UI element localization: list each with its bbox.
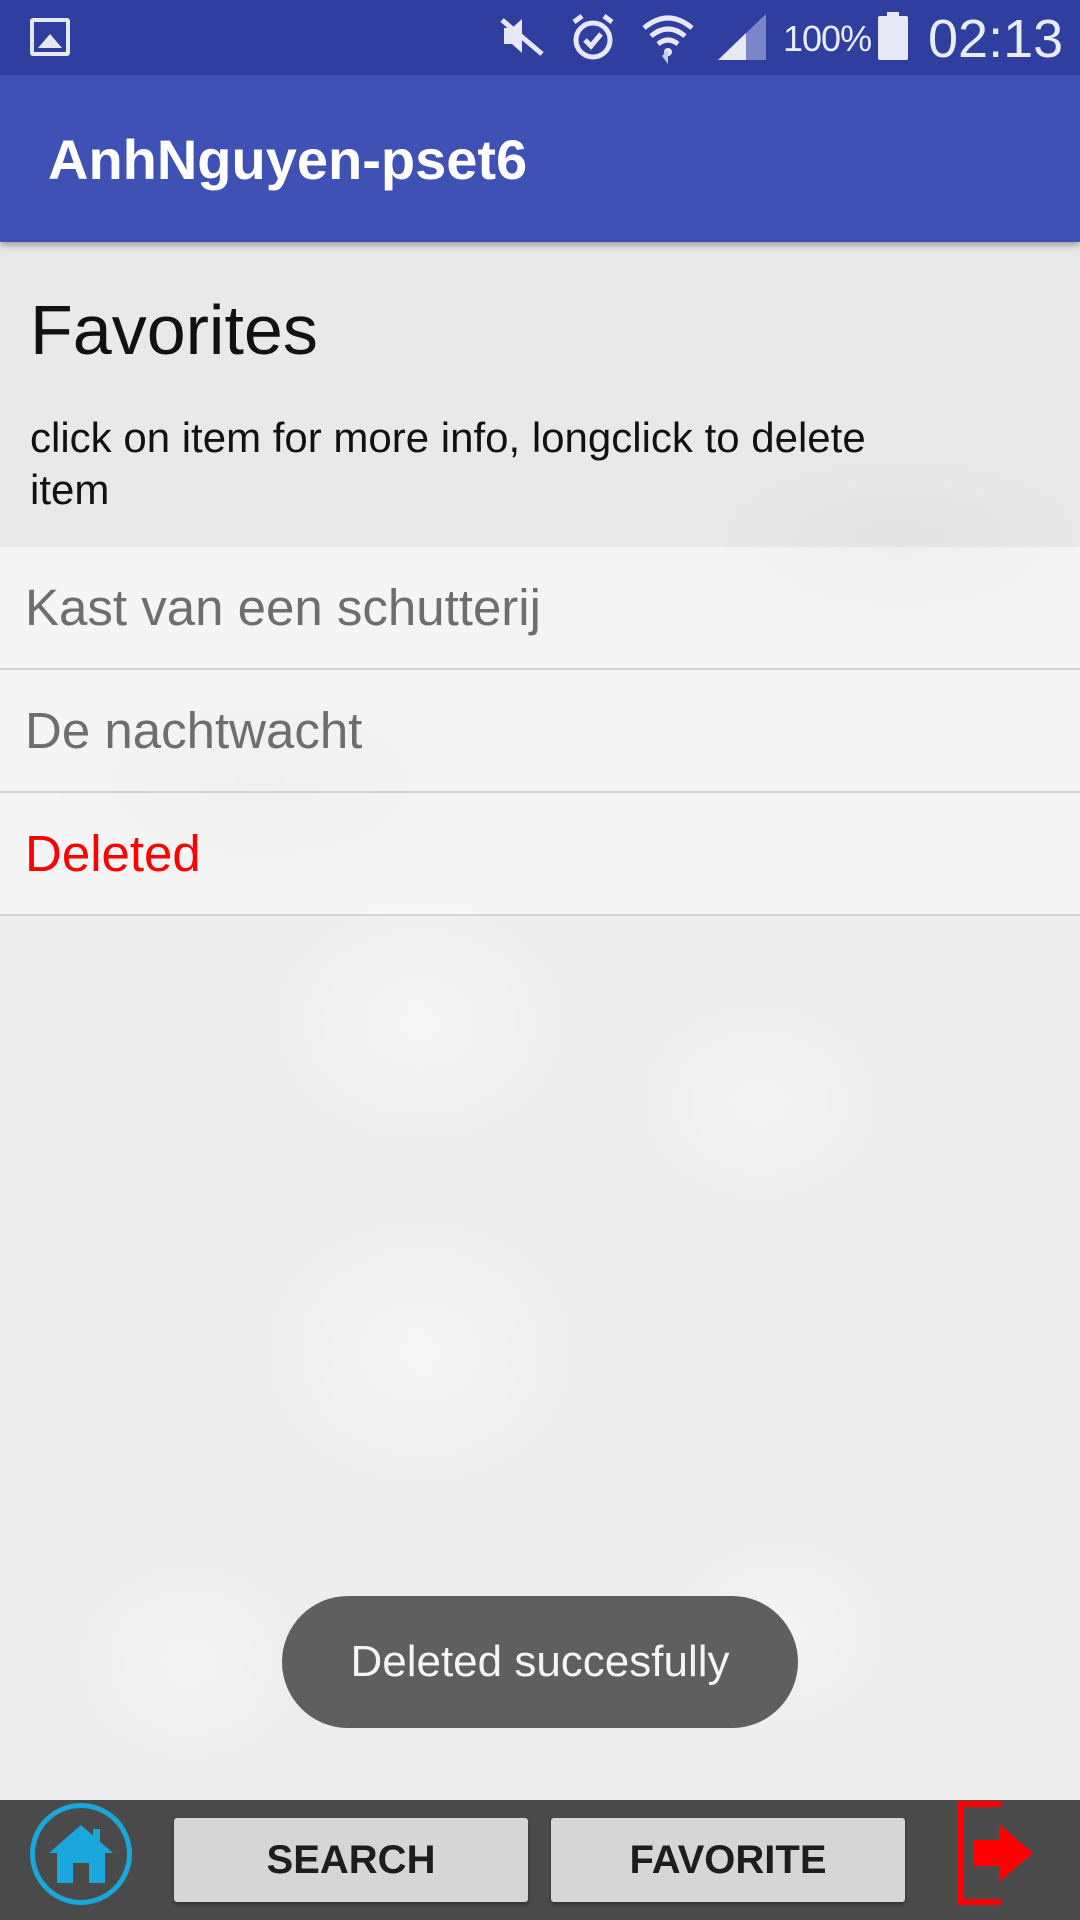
instructions-text: click on item for more info, longclick t… <box>30 414 866 513</box>
list-item-label: Deleted <box>25 825 201 882</box>
list-item[interactable]: Kast van een schutterij <box>0 547 1080 670</box>
image-notification-icon <box>30 18 70 56</box>
home-button[interactable] <box>30 1803 132 1905</box>
mute-icon <box>500 18 544 56</box>
favorites-list: Kast van een schutterij De nachtwacht De… <box>0 547 1080 916</box>
app-title: AnhNguyen-pset6 <box>48 128 528 191</box>
signal-icon <box>718 14 766 60</box>
page-title: Favorites <box>30 291 318 369</box>
search-button[interactable]: SEARCH <box>174 1818 528 1902</box>
list-item[interactable]: De nachtwacht <box>0 670 1080 793</box>
list-item-label: De nachtwacht <box>25 702 363 759</box>
logout-icon <box>958 1801 1033 1905</box>
bottom-nav: SEARCH FAVORITE <box>0 1800 1080 1920</box>
wifi-icon <box>642 15 694 64</box>
list-item-deleted[interactable]: Deleted <box>0 793 1080 916</box>
battery-icon <box>878 12 908 60</box>
app-bar: AnhNguyen-pset6 <box>0 75 1080 242</box>
alarm-icon <box>572 14 614 60</box>
logout-button[interactable] <box>955 1800 1037 1906</box>
home-icon <box>49 1825 113 1883</box>
battery-percentage: 100% <box>783 18 872 59</box>
clock: 02:13 <box>928 9 1064 69</box>
toast-message: Deleted succesfully <box>282 1596 798 1728</box>
favorite-button[interactable]: FAVORITE <box>551 1818 905 1902</box>
status-bar: 100% 02:13 <box>0 0 1080 75</box>
list-item-label: Kast van een schutterij <box>25 579 541 636</box>
